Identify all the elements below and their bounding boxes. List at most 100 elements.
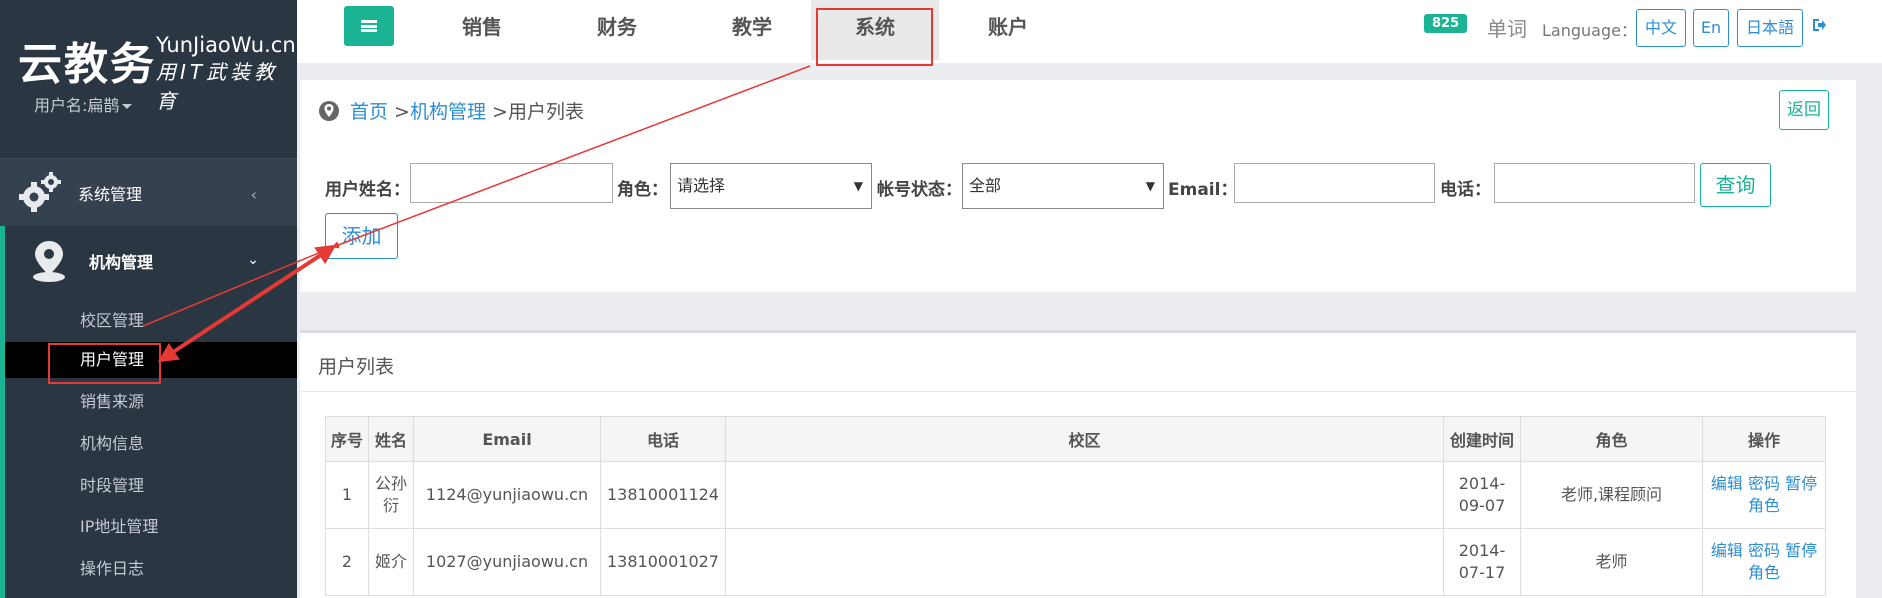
cell-no: 1 <box>325 461 369 529</box>
dropdown-arrow-icon: ▼ <box>1145 179 1155 193</box>
chevron-left-icon: ‹ <box>250 185 257 204</box>
hamburger-icon <box>361 20 377 32</box>
lang-zh-button[interactable]: 中文 <box>1636 9 1686 47</box>
status-filter-select[interactable]: 全部 ▼ <box>962 163 1164 209</box>
lang-ja-button[interactable]: 日本語 <box>1737 9 1803 47</box>
cell-created: 2014-07-17 <box>1443 528 1521 596</box>
pause-link[interactable]: 暂停 <box>1785 541 1817 560</box>
logo-slogan: 用IT武装教育 <box>156 60 279 113</box>
name-filter-input[interactable] <box>410 163 613 203</box>
word-count-badge: 825 <box>1424 14 1468 33</box>
role-filter-select[interactable]: 请选择 ▼ <box>670 163 872 209</box>
breadcrumb: 首页 >机构管理 >用户列表 <box>350 97 584 124</box>
name-filter-label: 用户姓名： <box>325 180 410 200</box>
cell-ops: 编辑 密码 暂停 角色 <box>1702 461 1826 529</box>
cell-role: 老师,课程顾问 <box>1520 461 1703 529</box>
breadcrumb-org[interactable]: 机构管理 <box>410 101 486 123</box>
col-created: 创建时间 <box>1443 416 1521 462</box>
col-ops: 操作 <box>1702 416 1826 462</box>
user-table: 序号 姓名 Email 电话 校区 创建时间 角色 操作 1 公孙衍 1124@… <box>325 416 1826 596</box>
role-link[interactable]: 角色 <box>1748 563 1780 582</box>
list-title: 用户列表 <box>318 356 395 378</box>
breadcrumb-current: 用户列表 <box>507 101 584 123</box>
add-button[interactable]: 添加 <box>325 213 398 259</box>
sidebar-item-ip[interactable]: IP地址管理 <box>80 509 297 545</box>
cell-role: 老师 <box>1520 528 1703 596</box>
cell-ops: 编辑 密码 暂停 角色 <box>1702 528 1826 596</box>
logo-en-text: YunJiaoWu.cn <box>156 33 296 57</box>
cell-name: 姬介 <box>368 528 414 596</box>
divider <box>300 391 1856 392</box>
logout-icon[interactable] <box>1811 17 1827 33</box>
role-filter-label: 角色： <box>617 180 668 200</box>
role-link[interactable]: 角色 <box>1748 496 1780 515</box>
user-dropdown[interactable]: 用户名:扁鹊 <box>34 92 133 116</box>
email-filter-label: Email： <box>1168 180 1238 200</box>
col-no: 序号 <box>325 416 369 462</box>
password-link[interactable]: 密码 <box>1748 474 1780 493</box>
sidebar-item-org[interactable]: 机构管理 ⌄ <box>5 226 297 296</box>
chevron-down-icon: ⌄ <box>247 252 259 268</box>
location-icon <box>319 101 339 121</box>
table-row: 1 公孙衍 1124@yunjiaowu.cn 13810001124 2014… <box>325 461 1826 529</box>
sidebar-item-org-info[interactable]: 机构信息 <box>80 426 297 462</box>
breadcrumb-separator: > <box>486 101 508 123</box>
tab-finance[interactable]: 财务 <box>572 0 662 60</box>
filter-panel: 首页 >机构管理 >用户列表 返回 用户姓名： 角色： 请选择 ▼ 帐号状态： 全… <box>300 80 1856 292</box>
menu-toggle-button[interactable] <box>344 6 394 46</box>
col-name: 姓名 <box>368 416 414 462</box>
sidebar: 云教务 YunJiaoWu.cn 用IT武装教育 用户名:扁鹊 系统管理 ‹ 机… <box>0 0 297 598</box>
edit-link[interactable]: 编辑 <box>1711 474 1743 493</box>
password-link[interactable]: 密码 <box>1748 541 1780 560</box>
email-filter-input[interactable] <box>1234 163 1435 203</box>
lang-en-button[interactable]: En <box>1693 9 1729 47</box>
tab-teaching[interactable]: 教学 <box>707 0 797 60</box>
col-role: 角色 <box>1520 416 1703 462</box>
sidebar-item-system[interactable]: 系统管理 ‹ <box>0 158 297 227</box>
user-list-panel: 用户列表 序号 姓名 Email 电话 校区 创建时间 角色 操作 1 公孙衍 … <box>300 330 1856 598</box>
col-email: Email <box>413 416 601 462</box>
map-marker-icon <box>33 241 65 282</box>
phone-filter-label: 电话： <box>1440 180 1491 200</box>
cell-created: 2014-09-07 <box>1443 461 1521 529</box>
query-button[interactable]: 查询 <box>1700 163 1771 207</box>
top-navbar: 销售 财务 教学 系统 账户 825 单词 Language： 中文 En 日本… <box>297 0 1882 63</box>
sidebar-item-logs[interactable]: 操作日志 <box>80 551 297 587</box>
cell-email: 1027@yunjiaowu.cn <box>413 528 601 596</box>
tab-account[interactable]: 账户 <box>963 0 1053 60</box>
phone-filter-input[interactable] <box>1494 163 1695 203</box>
caret-down-icon <box>122 104 133 109</box>
role-filter-value: 请选择 <box>677 176 726 195</box>
sidebar-item-sales-source[interactable]: 销售来源 <box>80 384 297 420</box>
words-link[interactable]: 单词 <box>1487 13 1527 42</box>
table-row: 2 姬介 1027@yunjiaowu.cn 13810001027 2014-… <box>325 528 1826 596</box>
cell-phone: 13810001027 <box>600 528 726 596</box>
cell-campus <box>725 461 1444 529</box>
tab-sales[interactable]: 销售 <box>437 0 527 60</box>
back-button[interactable]: 返回 <box>1779 90 1829 130</box>
col-campus: 校区 <box>725 416 1444 462</box>
cell-campus <box>725 528 1444 596</box>
sidebar-group-org: 机构管理 ⌄ 校区管理 用户管理 销售来源 机构信息 时段管理 IP地址管理 操… <box>0 226 297 598</box>
breadcrumb-home[interactable]: 首页 <box>350 101 388 123</box>
edit-link[interactable]: 编辑 <box>1711 541 1743 560</box>
status-filter-label: 帐号状态： <box>877 180 962 200</box>
cell-phone: 13810001124 <box>600 461 726 529</box>
tab-system[interactable]: 系统 <box>811 0 939 60</box>
user-name-label: 用户名:扁鹊 <box>34 96 120 115</box>
gears-icon <box>19 172 61 212</box>
breadcrumb-separator: > <box>388 101 410 123</box>
cell-email: 1124@yunjiaowu.cn <box>413 461 601 529</box>
cell-no: 2 <box>325 528 369 596</box>
status-filter-value: 全部 <box>969 176 1002 195</box>
sidebar-item-users[interactable]: 用户管理 <box>5 342 297 378</box>
sidebar-item-campus[interactable]: 校区管理 <box>80 303 297 339</box>
language-label: Language： <box>1542 21 1637 40</box>
logo: 云教务 YunJiaoWu.cn 用IT武装教育 用户名:扁鹊 <box>0 0 297 158</box>
dropdown-arrow-icon: ▼ <box>853 179 863 193</box>
table-header-row: 序号 姓名 Email 电话 校区 创建时间 角色 操作 <box>325 416 1826 462</box>
sidebar-item-org-label: 机构管理 <box>89 253 154 272</box>
logo-main-text: 云教务 <box>18 39 156 90</box>
pause-link[interactable]: 暂停 <box>1785 474 1817 493</box>
sidebar-item-time-slots[interactable]: 时段管理 <box>80 468 297 504</box>
